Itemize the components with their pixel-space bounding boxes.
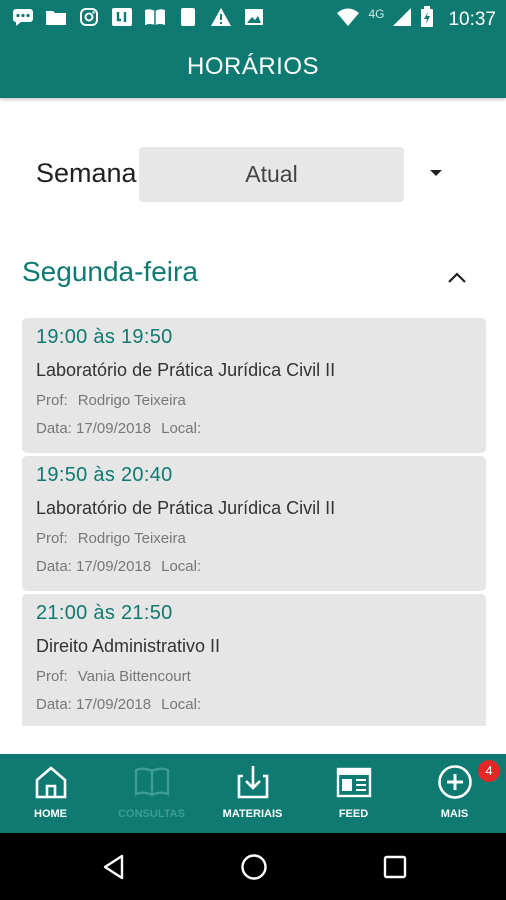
nav-consultas[interactable]: CONSULTAS (101, 754, 202, 833)
class-time: 21:00 às 21:50 (36, 602, 173, 624)
image-icon (243, 7, 265, 27)
class-date-local: Data: 17/09/2018 Local: (36, 420, 202, 437)
instagram-icon (78, 7, 100, 27)
home-circle-icon[interactable] (240, 853, 268, 886)
class-subject: Laboratório de Prática Jurídica Civil II (36, 498, 336, 518)
class-date-local: Data: 17/09/2018 Local: (36, 558, 202, 575)
nav-home[interactable]: HOME (0, 754, 101, 833)
caret-down-icon[interactable] (430, 170, 442, 176)
class-card[interactable]: 19:00 às 19:50 Laboratório de Prática Ju… (22, 318, 486, 453)
plus-circle-icon (437, 764, 473, 800)
battery-icon (420, 6, 434, 33)
notification-badge: 4 (478, 760, 500, 782)
class-date-local: Data: 17/09/2018 Local: (36, 696, 202, 713)
download-icon (235, 764, 271, 800)
bottom-navigation: HOME CONSULTAS MATERIAIS FEED MAIS (0, 754, 506, 833)
chevron-up-icon[interactable] (446, 270, 468, 286)
page-title: HORÁRIOS (186, 53, 319, 80)
week-label: Semana (36, 158, 137, 188)
nav-materiais-label: MATERIAIS (222, 808, 283, 820)
clock: 10:37 (448, 8, 496, 30)
class-subject: Direito Administrativo II (36, 636, 221, 656)
day-title[interactable]: Segunda-feira (22, 256, 198, 288)
wifi-icon (336, 7, 360, 32)
app-bar: HORÁRIOS (0, 36, 506, 98)
class-subject: Laboratório de Prática Jurídica Civil II (36, 360, 336, 380)
phone-card-icon (177, 7, 199, 27)
class-card[interactable]: 19:50 às 20:40 Laboratório de Prática Ju… (22, 456, 486, 591)
class-professor: Prof: Vania Bittencourt (36, 668, 191, 685)
network-type: 4G (368, 6, 385, 21)
warning-icon (210, 7, 232, 27)
class-professor: Prof: Rodrigo Teixeira (36, 392, 186, 409)
back-icon[interactable] (101, 854, 127, 885)
class-card[interactable]: 21:00 às 21:50 Direito Administrativo II… (22, 594, 486, 726)
status-bar: 4G 10:37 (0, 0, 506, 36)
class-time: 19:00 às 19:50 (36, 326, 173, 348)
book-open-icon (144, 7, 166, 27)
recents-icon[interactable] (383, 855, 407, 884)
week-select-value: Atual (245, 161, 298, 187)
nav-materiais[interactable]: MATERIAIS (202, 754, 303, 833)
nav-feed[interactable]: FEED (303, 754, 404, 833)
folder-icon (45, 7, 67, 27)
class-professor: Prof: Rodrigo Teixeira (36, 530, 186, 547)
newspaper-icon (336, 764, 372, 800)
message-icon (12, 7, 34, 27)
nav-home-label: HOME (34, 808, 67, 820)
nav-mais-label: MAIS (440, 808, 469, 820)
class-time: 19:50 às 20:40 (36, 464, 173, 486)
home-icon (33, 764, 69, 800)
notification-icons (12, 7, 265, 27)
week-select[interactable]: Atual (139, 147, 404, 202)
nav-consultas-label: CONSULTAS (118, 808, 185, 820)
book-icon (134, 764, 170, 800)
signal-icon (392, 7, 412, 32)
nav-feed-label: FEED (338, 808, 369, 820)
system-icons: 4G 10:37 (336, 6, 496, 33)
app-box-icon (111, 7, 133, 27)
system-navigation-bar (0, 833, 506, 900)
